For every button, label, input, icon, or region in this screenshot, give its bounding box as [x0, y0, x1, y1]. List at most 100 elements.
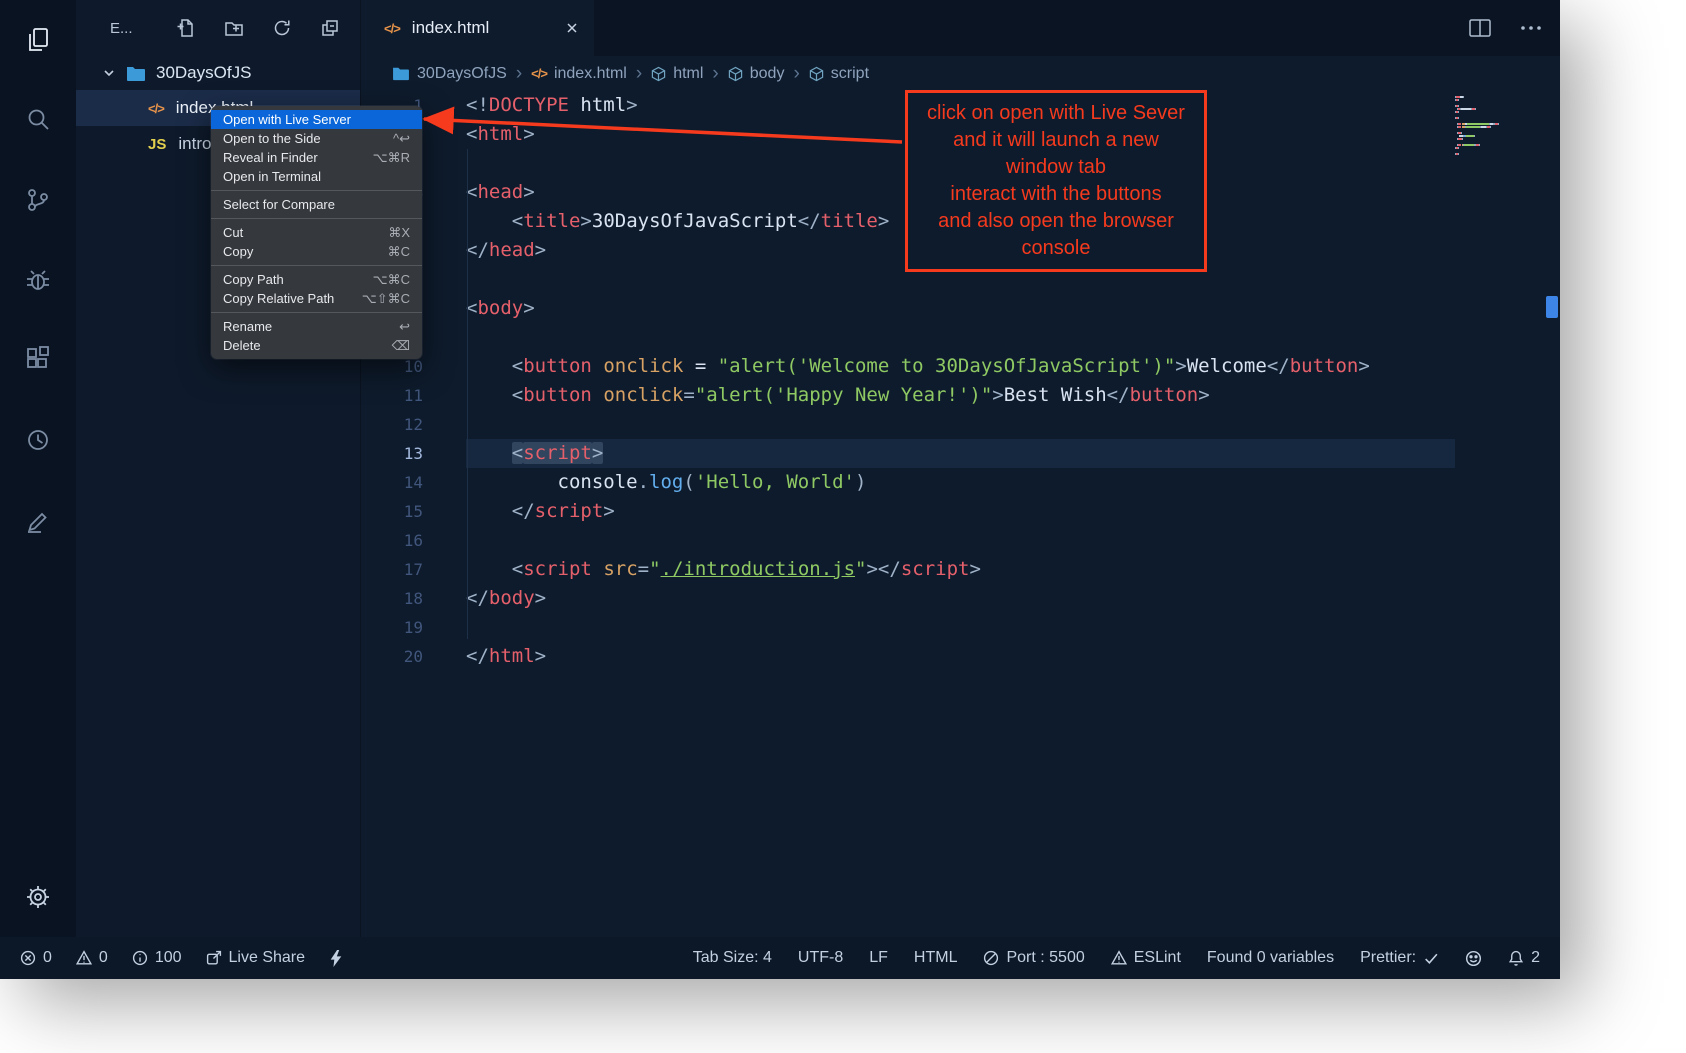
tree-folder-root[interactable]: 30DaysOfJS: [76, 56, 360, 90]
menu-item-shortcut: ^↩: [377, 131, 410, 147]
status-label: LF: [869, 949, 888, 967]
extensions-icon[interactable]: [0, 320, 76, 400]
code-line-content: [466, 526, 1560, 555]
settings-gear-icon[interactable]: [0, 857, 76, 937]
run-debug-icon[interactable]: [0, 240, 76, 320]
context-menu-item[interactable]: Delete⌫: [211, 336, 422, 355]
context-menu-item[interactable]: Open in Terminal: [211, 167, 422, 186]
context-menu-item[interactable]: Rename↩: [211, 317, 422, 336]
menu-item-shortcut: ⌥⇧⌘C: [346, 291, 410, 307]
status-encoding[interactable]: UTF-8: [798, 949, 843, 967]
context-menu-item[interactable]: Reveal in Finder⌥⌘R: [211, 148, 422, 167]
menu-item-shortcut: ⌥⌘R: [357, 150, 410, 166]
new-file-icon[interactable]: [176, 18, 196, 38]
status-live-share[interactable]: Live Share: [206, 949, 306, 967]
line-number[interactable]: 18: [361, 584, 423, 613]
code-line[interactable]: 10 <button onclick = "alert('Welcome to …: [361, 352, 1560, 381]
more-actions-icon[interactable]: [1520, 25, 1542, 31]
history-icon[interactable]: [0, 400, 76, 480]
menu-separator: [211, 190, 422, 191]
status-errors[interactable]: 0: [20, 949, 52, 967]
code-line[interactable]: 16: [361, 526, 1560, 555]
breadcrumb-symbol-script[interactable]: script: [809, 65, 869, 83]
context-menu-item[interactable]: Open with Live Server: [211, 110, 422, 129]
code-line[interactable]: 11 <button onclick="alert('Happy New Yea…: [361, 381, 1560, 410]
status-bar-left: 0 0 100 Live Share: [20, 949, 343, 967]
menu-separator: [211, 265, 422, 266]
code-line[interactable]: 19: [361, 613, 1560, 642]
code-line[interactable]: 13 <script>: [361, 439, 1560, 468]
tab-bar: </> index.html: [361, 0, 1560, 56]
line-number[interactable]: 19: [361, 613, 423, 642]
status-feedback-smiley[interactable]: [1465, 950, 1482, 967]
explorer-icon[interactable]: [0, 0, 76, 80]
collapse-all-icon[interactable]: [320, 18, 340, 38]
code-line[interactable]: 17 <script src="./introduction.js"></scr…: [361, 555, 1560, 584]
line-number[interactable]: 14: [361, 468, 423, 497]
context-menu-item[interactable]: Copy Relative Path⌥⇧⌘C: [211, 289, 422, 308]
new-folder-icon[interactable]: [224, 18, 244, 38]
status-tab-size[interactable]: Tab Size: 4: [693, 949, 772, 967]
status-warnings[interactable]: 0: [76, 949, 108, 967]
code-line[interactable]: 14 console.log('Hello, World'): [361, 468, 1560, 497]
breadcrumb-file[interactable]: </> index.html: [531, 65, 627, 83]
close-icon[interactable]: [564, 20, 580, 36]
bolt-icon: [329, 950, 343, 967]
minimap[interactable]: [1455, 91, 1545, 937]
line-number[interactable]: 11: [361, 381, 423, 410]
code-line[interactable]: 20</html>: [361, 642, 1560, 671]
menu-item-shortcut: ↩: [383, 319, 410, 335]
breadcrumb-folder[interactable]: 30DaysOfJS: [392, 65, 507, 83]
context-menu-item[interactable]: Copy⌘C: [211, 242, 422, 261]
status-label: Tab Size: 4: [693, 949, 772, 967]
code-line[interactable]: 15 </script>: [361, 497, 1560, 526]
symbol-cube-icon: [809, 66, 824, 82]
code-line[interactable]: 8<body>: [361, 294, 1560, 323]
status-eol[interactable]: LF: [869, 949, 888, 967]
split-editor-icon[interactable]: [1468, 18, 1492, 38]
breadcrumb-label: body: [750, 65, 785, 83]
code-line[interactable]: 9: [361, 323, 1560, 352]
context-menu-item[interactable]: Open to the Side ^↩: [211, 129, 422, 148]
menu-item-label: Open to the Side: [223, 131, 321, 146]
menu-item-label: Copy Path: [223, 272, 284, 287]
source-control-icon[interactable]: [0, 160, 76, 240]
line-number[interactable]: 13: [361, 439, 423, 468]
activity-bar: [0, 0, 76, 937]
breadcrumb-symbol-html[interactable]: html: [651, 65, 703, 83]
status-info[interactable]: 100: [132, 949, 182, 967]
vscode-window: E... 30DaysOfJS </> index.html JS intr: [0, 0, 1560, 979]
line-number[interactable]: 16: [361, 526, 423, 555]
menu-item-shortcut: ⌘C: [372, 244, 410, 260]
explorer-actions: [176, 18, 340, 38]
status-prettier[interactable]: Prettier:: [1360, 949, 1439, 967]
status-variables[interactable]: Found 0 variables: [1207, 949, 1334, 967]
refresh-icon[interactable]: [272, 18, 292, 38]
status-eslint[interactable]: ESLint: [1111, 949, 1181, 967]
line-number[interactable]: 20: [361, 642, 423, 671]
context-menu-item[interactable]: Select for Compare: [211, 195, 422, 214]
annotation-line: and also open the browser: [912, 208, 1200, 235]
html-file-icon: </>: [148, 101, 164, 116]
search-icon[interactable]: [0, 80, 76, 160]
status-notifications[interactable]: 2: [1508, 949, 1540, 967]
overview-ruler[interactable]: [1545, 91, 1560, 937]
tab-index-html[interactable]: </> index.html: [361, 0, 594, 56]
code-line[interactable]: 12: [361, 410, 1560, 439]
context-menu-item[interactable]: Copy Path⌥⌘C: [211, 270, 422, 289]
annotation-line: interact with the buttons: [912, 181, 1200, 208]
line-number[interactable]: 17: [361, 555, 423, 584]
context-menu-item[interactable]: Cut⌘X: [211, 223, 422, 242]
breadcrumb-symbol-body[interactable]: body: [728, 65, 785, 83]
breadcrumb-separator-icon: ›: [793, 64, 799, 83]
feedback-icon[interactable]: [0, 480, 76, 560]
status-language[interactable]: HTML: [914, 949, 958, 967]
status-bolt[interactable]: [329, 950, 343, 967]
breadcrumb-label: html: [673, 65, 703, 83]
line-number[interactable]: 12: [361, 410, 423, 439]
symbol-cube-icon: [651, 66, 666, 82]
status-label: Found 0 variables: [1207, 949, 1334, 967]
line-number[interactable]: 15: [361, 497, 423, 526]
status-port[interactable]: Port : 5500: [983, 949, 1084, 967]
code-line[interactable]: 18</body>: [361, 584, 1560, 613]
